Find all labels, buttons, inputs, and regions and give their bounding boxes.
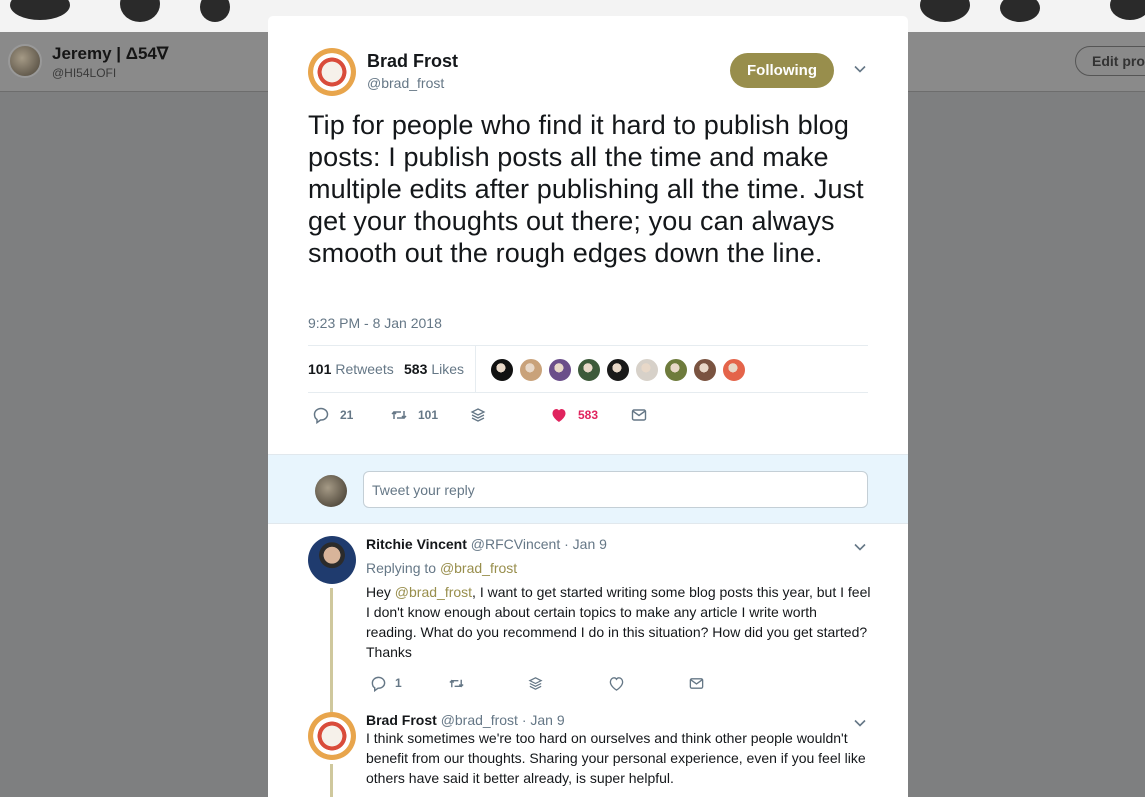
reply-count: 21	[340, 408, 354, 422]
add-to-moment-action[interactable]	[469, 404, 487, 426]
reply-composer: Tweet your reply	[268, 454, 908, 524]
reply-action[interactable]: 21	[312, 404, 353, 426]
liker-avatar[interactable]	[692, 357, 718, 383]
following-button[interactable]: Following	[730, 53, 834, 88]
retweet-icon	[391, 410, 407, 420]
envelope-icon	[689, 677, 704, 689]
retweets-count: 101	[308, 361, 332, 377]
like-action[interactable]	[608, 672, 625, 694]
retweets-stat[interactable]: 101 Retweets	[308, 361, 394, 377]
heart-icon	[609, 676, 624, 691]
liker-avatar[interactable]	[634, 357, 660, 383]
profile-avatar[interactable]	[8, 44, 42, 78]
reply-icon	[313, 407, 329, 424]
chevron-down-icon[interactable]	[853, 62, 867, 76]
thread-line	[330, 588, 333, 718]
reply-date[interactable]: · Jan 9	[522, 712, 565, 728]
liker-avatar[interactable]	[547, 357, 573, 383]
likes-count: 583	[404, 361, 428, 377]
replying-to-mention[interactable]: @brad_frost	[440, 560, 517, 576]
reply-author-name[interactable]: Brad Frost	[366, 712, 437, 728]
likes-stat[interactable]: 583 Likes	[404, 361, 464, 377]
retweet-action[interactable]	[448, 672, 465, 694]
liker-avatar[interactable]	[605, 357, 631, 383]
tweet-text: Tip for people who find it hard to publi…	[308, 110, 864, 268]
reply-author-handle[interactable]: @brad_frost	[441, 712, 518, 728]
chevron-down-icon[interactable]	[853, 540, 867, 554]
liker-avatar[interactable]	[663, 357, 689, 383]
thread-line	[330, 764, 333, 797]
current-user-avatar	[315, 475, 347, 507]
heart-filled-icon	[552, 409, 566, 422]
direct-message-action[interactable]	[630, 404, 648, 426]
edit-profile-button[interactable]: Edit pro	[1075, 46, 1145, 76]
reply-header: Brad Frost @brad_frost · Jan 9	[366, 712, 565, 728]
reply-actions: 1	[366, 672, 766, 692]
layers-icon	[470, 408, 486, 422]
liker-avatar[interactable]	[489, 357, 515, 383]
reply-count: 1	[395, 676, 402, 690]
tweet-actions: 21 101 583	[308, 404, 868, 426]
replying-to: Replying to @brad_frost	[366, 560, 517, 576]
stats-divider	[475, 346, 476, 393]
tweet-header: Brad Frost @brad_frost Following	[308, 48, 868, 98]
layers-icon	[528, 676, 543, 690]
author-handle[interactable]: @brad_frost	[367, 75, 444, 91]
author-avatar[interactable]	[308, 48, 356, 96]
retweet-action[interactable]: 101	[390, 404, 438, 426]
tweet-modal: Brad Frost @brad_frost Following Tip for…	[268, 16, 908, 797]
envelope-icon	[631, 409, 647, 421]
likes-label: Likes	[431, 361, 465, 377]
reply-text: I think sometimes we're too hard on ours…	[366, 730, 866, 786]
add-to-moment-action[interactable]	[527, 672, 544, 694]
liker-avatar[interactable]	[721, 357, 747, 383]
profile-handle: @HI54LOFI	[52, 66, 117, 80]
tweet-timestamp[interactable]: 9:23 PM - 8 Jan 2018	[308, 315, 442, 331]
retweets-label: Retweets	[335, 361, 394, 377]
liker-avatar[interactable]	[576, 357, 602, 383]
reply-text-prefix: Hey	[366, 584, 391, 600]
like-action[interactable]: 583	[550, 404, 598, 426]
reply-date[interactable]: · Jan 9	[564, 536, 607, 552]
replying-to-label: Replying to	[366, 560, 437, 576]
reply-input[interactable]: Tweet your reply	[363, 471, 868, 508]
retweet-count: 101	[418, 408, 439, 422]
profile-name: Jeremy | Δ54∇	[52, 44, 169, 63]
reply-text-mention[interactable]: @brad_frost	[395, 584, 472, 600]
reply-author-avatar[interactable]	[308, 712, 356, 760]
like-count: 583	[578, 408, 599, 422]
reply-header: Ritchie Vincent @RFCVincent · Jan 9	[366, 536, 607, 552]
reply-author-avatar[interactable]	[308, 536, 356, 584]
liker-avatar[interactable]	[518, 357, 544, 383]
reply-text: Hey @brad_frost, I want to get started w…	[366, 582, 871, 662]
tweet-stats: 101 Retweets 583 Likes	[308, 345, 868, 393]
retweet-icon	[449, 679, 464, 687]
author-name[interactable]: Brad Frost	[367, 51, 458, 72]
direct-message-action[interactable]	[688, 672, 705, 694]
reply-action[interactable]: 1	[370, 672, 402, 694]
reply-author-handle[interactable]: @RFCVincent	[471, 536, 560, 552]
reply-icon	[371, 676, 386, 692]
reply-author-name[interactable]: Ritchie Vincent	[366, 536, 467, 552]
